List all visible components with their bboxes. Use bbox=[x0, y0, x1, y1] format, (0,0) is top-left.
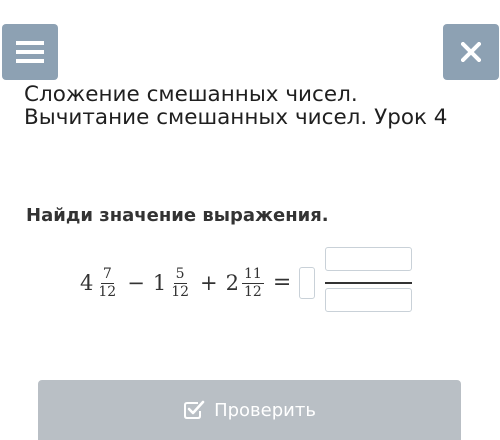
term-3-numerator: 11 bbox=[242, 265, 264, 284]
operator-plus: + bbox=[200, 270, 218, 295]
term-1-fraction: 7 12 bbox=[96, 265, 118, 300]
operator-minus: − bbox=[127, 270, 145, 295]
answer-whole-input[interactable] bbox=[299, 267, 316, 299]
term-3-whole: 2 bbox=[225, 270, 239, 295]
answer-fraction-bar bbox=[325, 282, 412, 284]
term-2-whole: 1 bbox=[152, 270, 167, 295]
check-button-label: Проверить bbox=[214, 399, 316, 421]
close-icon bbox=[461, 42, 481, 62]
term-2-denominator: 12 bbox=[171, 283, 190, 300]
menu-button[interactable] bbox=[2, 24, 58, 80]
answer-numerator-input[interactable] bbox=[325, 247, 412, 271]
equals-sign: = bbox=[272, 270, 292, 295]
task-instruction: Найди значение выражения. bbox=[26, 205, 329, 226]
term-2-numerator: 5 bbox=[173, 265, 187, 284]
term-1-denominator: 12 bbox=[98, 283, 117, 300]
answer-denominator-input[interactable] bbox=[325, 288, 412, 312]
hamburger-menu-icon bbox=[16, 41, 44, 63]
term-3-denominator: 12 bbox=[244, 283, 262, 300]
answer-fraction bbox=[325, 247, 412, 312]
term-2-fraction: 5 12 bbox=[169, 265, 191, 300]
math-expression: 4 7 12 − 1 5 12 + 2 11 12 = bbox=[80, 258, 316, 308]
term-1-numerator: 7 bbox=[100, 265, 114, 284]
close-button[interactable] bbox=[443, 24, 499, 80]
term-1-whole: 4 bbox=[80, 270, 94, 295]
term-3-fraction: 11 12 bbox=[242, 265, 264, 300]
checkbox-check-icon bbox=[183, 400, 205, 420]
check-button[interactable]: Проверить bbox=[38, 380, 461, 440]
lesson-title: Сложение смешанных чисел. Вычитание смеш… bbox=[24, 82, 448, 130]
